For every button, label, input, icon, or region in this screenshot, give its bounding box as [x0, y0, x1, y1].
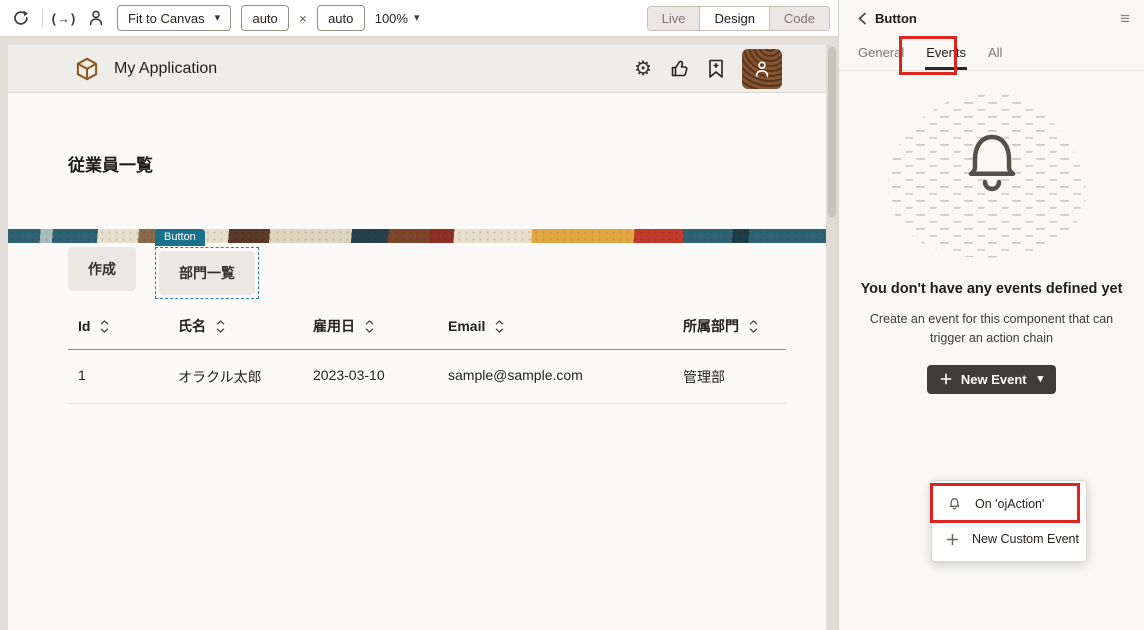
column-header-email[interactable]: Email [438, 316, 673, 336]
visual-builder-window: (→) Fit to Canvas ▾ × 100% ▾ Live Design [0, 0, 1144, 630]
back-chevron-icon[interactable] [857, 12, 867, 25]
column-label: 雇用日 [313, 316, 355, 336]
column-header-department[interactable]: 所属部門 [673, 316, 786, 336]
fit-to-canvas-label: Fit to Canvas [128, 11, 205, 26]
create-button[interactable]: 作成 [68, 247, 136, 291]
avatar[interactable] [742, 49, 782, 89]
menu-item-label: On 'ojAction' [975, 497, 1044, 511]
new-event-button[interactable]: New Event ▾ [927, 365, 1056, 394]
departments-button[interactable]: 部門一覧 [159, 251, 255, 295]
cell-id: 1 [68, 367, 168, 387]
user-view-icon[interactable] [85, 7, 107, 29]
column-header-hire-date[interactable]: 雇用日 [303, 316, 438, 336]
bell-illustration [867, 85, 1117, 275]
new-event-label: New Event [961, 372, 1027, 387]
canvas-toolbar: (→) Fit to Canvas ▾ × 100% ▾ Live Design [0, 0, 838, 37]
sort-icon[interactable] [100, 320, 109, 333]
mode-live-button[interactable]: Live [648, 7, 701, 30]
app-box-icon [74, 56, 100, 82]
menu-icon[interactable]: ≡ [1120, 10, 1130, 27]
cell-name: オラクル太郎 [168, 367, 303, 387]
app-header-icons: ⚙ [634, 49, 782, 89]
design-workspace: My Application ⚙ [0, 37, 838, 630]
responsive-width-icon[interactable]: (→) [53, 7, 75, 29]
zoom-select[interactable]: 100% ▾ [375, 11, 420, 26]
menu-item-on-ojaction[interactable]: On 'ojAction' [932, 486, 1086, 522]
sort-icon[interactable] [495, 320, 504, 333]
column-label: Email [448, 318, 485, 334]
table-header-row: Id 氏名 雇用日 [68, 299, 786, 350]
app-header: My Application ⚙ [8, 45, 826, 93]
thumbs-up-icon[interactable] [668, 58, 690, 80]
menu-item-new-custom-event[interactable]: New Custom Event [932, 522, 1086, 556]
panel-header: Button ≡ [839, 0, 1144, 29]
gear-icon[interactable]: ⚙ [634, 59, 652, 79]
toolbar-divider [42, 9, 43, 27]
mode-design-button[interactable]: Design [700, 7, 769, 30]
scrollbar-thumb[interactable] [828, 47, 836, 217]
chevron-down-icon: ▾ [414, 13, 420, 24]
reload-icon[interactable] [10, 7, 32, 29]
table-row[interactable]: 1 オラクル太郎 2023-03-10 sample@sample.com 管理… [68, 350, 786, 404]
design-canvas[interactable]: My Application ⚙ [8, 45, 826, 630]
cell-hire-date: 2023-03-10 [303, 367, 438, 387]
mode-switch: Live Design Code [647, 6, 830, 31]
column-label: Id [78, 318, 90, 334]
tab-events[interactable]: Events [915, 37, 977, 70]
menu-item-label: New Custom Event [972, 532, 1079, 546]
decorative-banner [8, 229, 826, 243]
plus-icon [940, 373, 952, 385]
cell-email: sample@sample.com [438, 367, 673, 387]
cell-department: 管理部 [673, 367, 786, 387]
properties-panel: Button ≡ General Events All You don' [838, 0, 1144, 630]
plus-icon [946, 533, 959, 546]
empty-state-description: Create an event for this component that … [865, 310, 1118, 348]
column-header-name[interactable]: 氏名 [168, 316, 303, 336]
canvas-pane: (→) Fit to Canvas ▾ × 100% ▾ Live Design [0, 0, 838, 630]
page-title: 従業員一覧 [68, 151, 826, 176]
canvas-width-input[interactable] [241, 5, 289, 31]
panel-title: Button [875, 11, 917, 26]
column-label: 所属部門 [683, 316, 739, 336]
tab-general[interactable]: General [847, 37, 915, 70]
tab-all[interactable]: All [977, 37, 1013, 70]
canvas-height-input[interactable] [317, 5, 365, 31]
app-title: My Application [114, 60, 217, 78]
bell-icon [946, 496, 962, 512]
selected-component-outline: Button 部門一覧 [155, 247, 259, 299]
sort-icon[interactable] [365, 320, 374, 333]
empty-state-heading: You don't have any events defined yet [839, 281, 1144, 297]
new-event-menu: On 'ojAction' New Custom Event [931, 480, 1087, 562]
button-row: 作成 Button 部門一覧 [68, 247, 826, 299]
zoom-value: 100% [375, 11, 408, 26]
sort-icon[interactable] [749, 320, 758, 333]
employee-table: Id 氏名 雇用日 [68, 299, 786, 404]
fit-to-canvas-select[interactable]: Fit to Canvas ▾ [117, 5, 231, 31]
bookmark-plus-icon[interactable] [706, 58, 726, 80]
chevron-down-icon: ▾ [215, 13, 221, 24]
events-empty-state: You don't have any events defined yet Cr… [839, 85, 1144, 394]
chevron-down-icon: ▾ [1038, 374, 1044, 385]
panel-tabs: General Events All [839, 29, 1144, 71]
dimension-times-label: × [299, 11, 307, 26]
column-label: 氏名 [178, 316, 206, 336]
sort-icon[interactable] [216, 320, 225, 333]
selection-tag: Button [155, 229, 205, 246]
column-header-id[interactable]: Id [68, 316, 168, 336]
canvas-scrollbar[interactable] [826, 45, 838, 630]
mode-code-button[interactable]: Code [770, 7, 829, 30]
